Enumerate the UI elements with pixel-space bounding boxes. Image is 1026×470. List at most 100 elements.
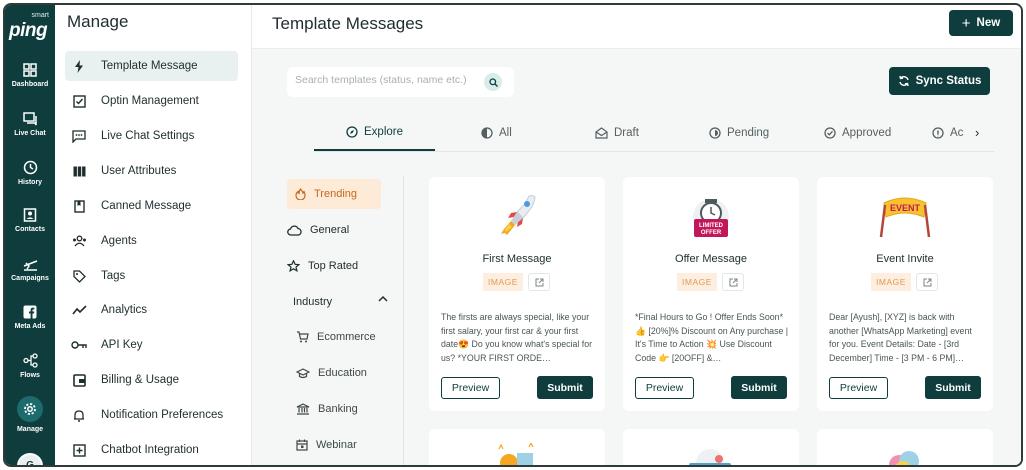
sync-status-label: Sync Status — [915, 75, 982, 87]
rail-label-campaigns: Campaigns — [11, 275, 49, 282]
rail-item-history[interactable]: History — [5, 160, 55, 186]
external-link-icon[interactable] — [528, 273, 550, 291]
tab-label: Draft — [614, 127, 639, 139]
rail-item-contacts[interactable]: Contacts — [5, 208, 55, 233]
tab-approved[interactable]: Approved — [824, 115, 891, 151]
rail-active-indicator — [17, 396, 43, 422]
category-general[interactable]: General — [287, 215, 349, 245]
svg-text:EVENT: EVENT — [890, 203, 921, 213]
submit-button[interactable]: Submit — [537, 376, 593, 399]
facebook-icon — [23, 305, 37, 319]
rail-label-contacts: Contacts — [15, 226, 45, 233]
rail-item-dashboard[interactable]: Dashboard — [5, 63, 55, 88]
category-education[interactable]: Education — [296, 358, 367, 388]
card-title: First Message — [482, 253, 552, 265]
template-card[interactable] — [429, 429, 605, 465]
industry-header[interactable]: Industry — [293, 296, 332, 308]
tab-active[interactable]: Ac — [932, 115, 963, 151]
template-card-first-message[interactable]: First Message IMAGE The firsts are alway… — [429, 177, 605, 411]
new-template-button[interactable]: + New — [949, 10, 1013, 36]
sidebar-item-label: Live Chat Settings — [101, 130, 195, 142]
category-top-rated[interactable]: Top Rated — [287, 251, 358, 281]
rail-item-live-chat[interactable]: Live Chat — [5, 112, 55, 137]
card-payment-icon — [689, 449, 731, 465]
tab-explore[interactable]: Explore — [314, 115, 435, 151]
sidebar-item-agents[interactable]: Agents — [65, 226, 238, 256]
tab-draft[interactable]: Draft — [595, 115, 639, 151]
rail-label-manage: Manage — [16, 426, 44, 433]
sidebar-item-tags[interactable]: Tags — [65, 261, 238, 291]
sidebar-item-label: User Attributes — [101, 165, 177, 177]
sidebar-item-analytics[interactable]: Analytics — [65, 295, 238, 325]
tab-label: Explore — [364, 126, 403, 138]
rail-item-meta-ads[interactable]: Meta Ads — [5, 305, 55, 330]
category-label: Education — [318, 367, 367, 379]
bolt-icon — [75, 59, 83, 73]
pending-icon — [709, 127, 721, 139]
template-card-offer-message[interactable]: LIMITED OFFER Offer Message IMAGE *Final… — [623, 177, 799, 411]
balloons-icon — [889, 451, 919, 465]
app-logo[interactable]: smart ping — [9, 11, 51, 43]
check-circle-icon — [824, 127, 836, 139]
category-webinar[interactable]: Webinar — [296, 430, 357, 460]
template-tabs: Explore All Draft Pending Approved Ac › — [314, 115, 994, 152]
preview-button[interactable]: Preview — [441, 377, 500, 399]
template-card[interactable] — [817, 429, 993, 465]
rail-item-manage[interactable]: Manage — [5, 396, 55, 433]
search-button[interactable] — [484, 73, 502, 91]
sidebar-item-notification-preferences[interactable]: Notification Preferences — [65, 400, 238, 430]
rail-item-flows[interactable]: Flows — [5, 353, 55, 379]
tab-all[interactable]: All — [481, 115, 512, 151]
sidebar-item-label: API Key — [101, 339, 143, 351]
category-ecommerce[interactable]: Ecommerce — [296, 322, 376, 352]
avatar[interactable]: G — [17, 453, 43, 465]
bank-icon — [296, 403, 310, 415]
sidebar-item-canned-message[interactable]: Canned Message — [65, 191, 238, 221]
rail-label-history: History — [17, 179, 43, 186]
sidebar-item-user-attributes[interactable]: User Attributes — [65, 156, 238, 186]
sidebar-item-live-chat-settings[interactable]: Live Chat Settings — [65, 121, 238, 151]
tab-label: All — [499, 127, 512, 139]
preview-button[interactable]: Preview — [635, 377, 694, 399]
sidebar-item-billing-usage[interactable]: Billing & Usage — [65, 365, 238, 395]
external-link-icon[interactable] — [722, 273, 744, 291]
template-card[interactable] — [623, 429, 799, 465]
submit-button[interactable]: Submit — [925, 376, 981, 399]
sidebar-item-template-message[interactable]: Template Message — [65, 51, 238, 81]
rail-label-dashboard: Dashboard — [11, 81, 49, 88]
template-card-event-invite[interactable]: EVENT Event Invite IMAGE Dear [Ayush], [… — [817, 177, 993, 411]
svg-text:OFFER: OFFER — [701, 230, 722, 236]
search-box — [287, 67, 514, 97]
logo-main-text: ping — [9, 20, 48, 41]
sidebar-item-label: Tags — [101, 270, 126, 282]
external-link-icon[interactable] — [916, 273, 938, 291]
sidebar-item-label: Template Message — [101, 60, 198, 72]
sidebar-item-label: Analytics — [101, 304, 148, 316]
main-content: Template Messages + New Sync Status Expl… — [252, 5, 1021, 465]
sidebar-item-api-key[interactable]: API Key — [65, 330, 238, 360]
rail-item-campaigns[interactable]: Campaigns — [5, 257, 55, 282]
chevron-up-icon[interactable] — [378, 293, 388, 305]
category-label: Top Rated — [308, 260, 359, 272]
bell-icon — [74, 409, 84, 422]
preview-button[interactable]: Preview — [829, 377, 888, 399]
category-trending[interactable]: Trending — [287, 179, 381, 209]
history-icon — [23, 160, 37, 175]
app-window: smart ping Dashboard Live Chat History C… — [3, 3, 1023, 467]
sidebar-item-optin-management[interactable]: Optin Management — [65, 86, 238, 116]
search-input[interactable] — [295, 74, 481, 86]
sidebar-item-chatbot-integration[interactable]: Chatbot Integration — [65, 435, 238, 465]
rail-label-flows: Flows — [20, 372, 40, 379]
tab-pending[interactable]: Pending — [709, 115, 769, 151]
sidebar-item-label: Canned Message — [101, 200, 192, 212]
category-banking[interactable]: Banking — [296, 394, 358, 424]
sync-status-button[interactable]: Sync Status — [889, 67, 990, 95]
media-type-badge: IMAGE — [871, 273, 911, 291]
cloud-icon — [287, 224, 302, 236]
flows-icon — [22, 353, 38, 368]
media-type-badge: IMAGE — [677, 273, 717, 291]
chat-dots-icon — [72, 129, 86, 143]
submit-button[interactable]: Submit — [731, 376, 787, 399]
tabs-scroll-right-icon[interactable]: › — [975, 125, 979, 140]
sync-icon — [898, 75, 909, 87]
